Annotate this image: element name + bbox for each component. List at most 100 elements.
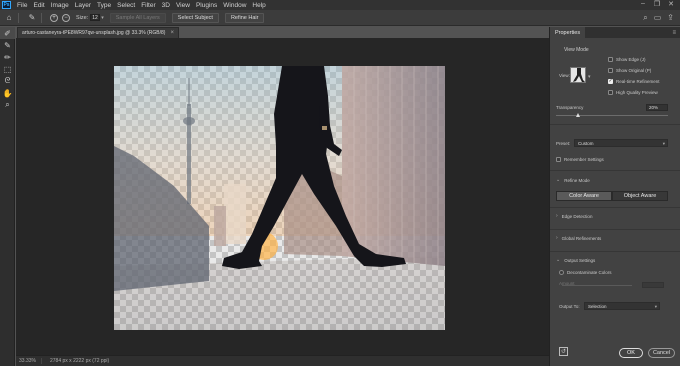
- refine-hair-button[interactable]: Refine Hair: [224, 12, 265, 23]
- separator: [18, 12, 19, 23]
- separator: [41, 12, 42, 23]
- zoom-tool-icon[interactable]: ⌕: [0, 99, 15, 111]
- divider: [550, 229, 680, 230]
- transparency-slider-handle[interactable]: [575, 113, 580, 117]
- high-quality-preview-label: High Quality Preview: [616, 90, 658, 95]
- menu-filter[interactable]: Filter: [138, 2, 158, 9]
- chevron-down-icon: ⌄: [556, 177, 561, 183]
- edge-detection-title: Edge Detection: [561, 213, 593, 219]
- chevron-down-icon: ⌄: [556, 257, 561, 263]
- properties-panel: Properties ≡ View Mode View: ▾ Show Edge…: [549, 27, 680, 366]
- view-label: View:: [559, 73, 570, 78]
- view-mode-thumbnail[interactable]: [570, 67, 586, 83]
- refine-mode-title: Refine Mode: [564, 177, 590, 183]
- refine-mode-header[interactable]: ⌄ Refine Mode: [556, 177, 590, 183]
- view-mode-title: View Mode: [564, 47, 589, 53]
- menu-plugins[interactable]: Plugins: [193, 2, 220, 9]
- preset-select[interactable]: Custom ▾: [574, 139, 668, 147]
- chevron-down-icon[interactable]: ▾: [588, 74, 591, 80]
- workspace-icon[interactable]: ▭: [654, 13, 662, 23]
- realtime-refinement-checkbox[interactable]: [608, 78, 613, 84]
- preset-value: Custom: [578, 141, 594, 146]
- menu-type[interactable]: Type: [94, 2, 114, 9]
- canvas-area[interactable]: [16, 38, 549, 355]
- view-thumbnail-icon: [571, 68, 585, 82]
- divider: [550, 124, 680, 125]
- remember-settings-checkbox[interactable]: [556, 157, 561, 162]
- document-tab[interactable]: arturo-castaneyra-tPE8WR97qw-unsplash.jp…: [17, 27, 179, 38]
- show-original-label: Show Original (P): [616, 68, 652, 73]
- hand-tool-icon[interactable]: ✋: [0, 87, 15, 99]
- home-icon[interactable]: ⌂: [4, 13, 14, 23]
- select-subject-button[interactable]: Select Subject: [171, 12, 219, 23]
- edge-detection-header[interactable]: › Edge Detection: [556, 213, 592, 219]
- output-to-select[interactable]: Selection ▾: [584, 302, 660, 310]
- document-info[interactable]: 2784 px x 2222 px (72 ppi): [42, 358, 109, 364]
- subtract-mode-icon[interactable]: −: [62, 13, 70, 22]
- menu-3d[interactable]: 3D: [159, 2, 173, 9]
- brush-preset-icon[interactable]: ✎: [27, 13, 37, 23]
- zoom-level[interactable]: 33.33%: [16, 358, 42, 364]
- share-icon[interactable]: ⇪: [667, 13, 674, 23]
- show-edge-label: Show Edge (J): [616, 57, 646, 62]
- object-aware-button[interactable]: Object Aware: [612, 191, 668, 201]
- show-original-checkbox[interactable]: [608, 68, 613, 73]
- menu-layer[interactable]: Layer: [72, 2, 94, 9]
- options-bar: ⌂ ✎ + − Size: 12 ▾ Sample All Layers Sel…: [0, 10, 680, 26]
- cancel-button[interactable]: Cancel: [648, 348, 675, 358]
- quick-selection-tool-icon[interactable]: ✐: [0, 27, 15, 39]
- decontaminate-colors-checkbox[interactable]: [559, 270, 564, 275]
- transparency-input[interactable]: 20%: [646, 104, 668, 111]
- menu-help[interactable]: Help: [249, 2, 268, 9]
- brush-tool-icon[interactable]: ✏: [0, 51, 15, 63]
- menu-view[interactable]: View: [173, 2, 193, 9]
- transparency-label: Transparency: [556, 105, 584, 110]
- color-aware-button[interactable]: Color Aware: [556, 191, 612, 201]
- menu-window[interactable]: Window: [220, 2, 249, 9]
- options-right-icons: ⌕ ▭ ⇪: [643, 13, 674, 23]
- global-refinements-header[interactable]: › Global Refinements: [556, 235, 601, 241]
- close-document-icon[interactable]: ×: [170, 30, 174, 36]
- output-to-label: Output To:: [559, 304, 580, 309]
- tab-properties[interactable]: Properties: [550, 27, 586, 38]
- menu-image[interactable]: Image: [48, 2, 72, 9]
- divider: [550, 251, 680, 252]
- minimize-button[interactable]: –: [636, 0, 650, 8]
- close-window-button[interactable]: ✕: [664, 0, 678, 8]
- chevron-right-icon: ›: [556, 213, 558, 219]
- reset-workspace-icon[interactable]: ↺: [559, 347, 568, 356]
- ok-button[interactable]: OK: [619, 348, 643, 358]
- add-mode-icon[interactable]: +: [50, 13, 58, 22]
- output-settings-header[interactable]: ⌄ Output Settings: [556, 257, 595, 263]
- amount-slider: [562, 285, 632, 286]
- divider: [550, 170, 680, 171]
- masked-photo: [114, 66, 445, 330]
- output-to-value: Selection: [588, 304, 607, 309]
- remember-settings-label: Remember Settings: [564, 157, 604, 162]
- chevron-down-icon: ▾: [662, 141, 665, 146]
- panel-menu-icon[interactable]: ≡: [672, 30, 676, 36]
- tools-panel: ✐ ✎ ✏ ⬚ ᘓ ✋ ⌕: [0, 27, 15, 366]
- sample-all-layers-checkbox[interactable]: Sample All Layers: [109, 12, 166, 23]
- menu-file[interactable]: File: [14, 2, 30, 9]
- restore-button[interactable]: ❐: [650, 0, 664, 8]
- document-image[interactable]: [114, 66, 445, 330]
- chevron-down-icon[interactable]: ▾: [101, 15, 104, 21]
- global-refinements-title: Global Refinements: [561, 235, 602, 241]
- divider: [550, 207, 680, 208]
- chevron-down-icon: ▾: [654, 304, 657, 309]
- high-quality-preview-checkbox[interactable]: [608, 90, 613, 95]
- lasso-tool-icon[interactable]: ᘓ: [0, 75, 15, 87]
- menu-edit[interactable]: Edit: [30, 2, 47, 9]
- photoshop-logo[interactable]: Ps: [2, 1, 11, 9]
- size-input[interactable]: 12: [90, 14, 101, 21]
- refine-edge-brush-icon[interactable]: ✎: [0, 39, 15, 51]
- menu-select[interactable]: Select: [114, 2, 138, 9]
- size-label: Size:: [76, 14, 89, 21]
- transparency-slider[interactable]: [556, 115, 668, 116]
- amount-input: [642, 282, 664, 288]
- preset-label: Preset:: [556, 141, 571, 146]
- search-icon[interactable]: ⌕: [643, 13, 647, 23]
- show-edge-checkbox[interactable]: [608, 57, 613, 62]
- object-selection-tool-icon[interactable]: ⬚: [0, 63, 15, 75]
